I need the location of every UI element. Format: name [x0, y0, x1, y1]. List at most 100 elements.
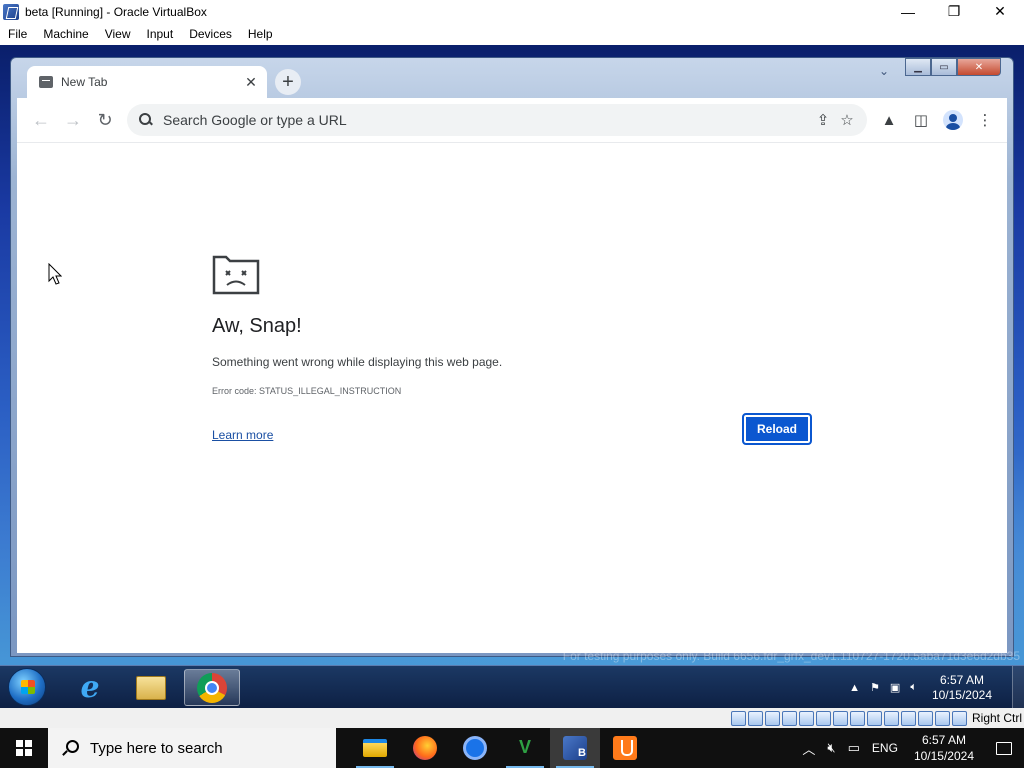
tray-show-hidden-icon[interactable]: ▲	[849, 682, 860, 694]
side-panel-icon[interactable]: ◫	[905, 104, 937, 136]
virtualbox-icon: B	[563, 736, 587, 760]
sad-tab-icon	[212, 255, 260, 295]
forward-button[interactable]: →	[57, 104, 89, 136]
host-taskbar: Type here to search V B ︿ 🔇︎ ▭ ENG 6:57 …	[0, 728, 1024, 768]
shared-folders-status-icon[interactable]	[815, 710, 831, 726]
hard-disk-status-icon[interactable]	[730, 710, 746, 726]
reload-nav-button[interactable]: ↻	[89, 104, 121, 136]
taskbar-flask-app[interactable]	[600, 728, 650, 768]
omnibox[interactable]: Search Google or type a URL ⇪ ☆	[127, 104, 867, 136]
guest-explorer-button[interactable]	[123, 669, 179, 706]
display-status-icon[interactable]	[832, 710, 848, 726]
vbox-status-bar: Right Ctrl	[0, 708, 1024, 728]
network-icon[interactable]: ▭	[848, 740, 860, 756]
notification-icon	[996, 741, 1012, 755]
chrome-toolbar: ← → ↻ Search Google or type a URL ⇪ ☆ ▲ …	[17, 98, 1007, 142]
menu-input[interactable]: Input	[139, 27, 182, 41]
mouse-cursor-icon	[48, 263, 62, 285]
sad-tab-message: Something went wrong while displaying th…	[212, 355, 503, 369]
firefox-icon	[413, 736, 437, 760]
chrome-minimize-button[interactable]: ▁	[905, 58, 931, 76]
learn-more-link[interactable]: Learn more	[212, 428, 273, 442]
notifications-button[interactable]	[984, 728, 1024, 768]
host-close-button[interactable]: ✕	[977, 0, 1023, 23]
optical-drive-status-icon[interactable]	[747, 710, 763, 726]
new-tab-button[interactable]: +	[275, 69, 301, 95]
guest-system-tray: ▲ ⚑ ▣ 🔈︎ 6:57 AM 10/15/2024	[844, 666, 1024, 708]
guest-clock[interactable]: 6:57 AM 10/15/2024	[932, 673, 992, 703]
menu-machine[interactable]: Machine	[35, 27, 96, 41]
show-hidden-icons-icon[interactable]: ︿	[802, 739, 815, 758]
host-key-status-icon[interactable]	[951, 710, 967, 726]
sad-tab-title: Aw, Snap!	[212, 315, 302, 337]
network-icon[interactable]: ▣	[890, 681, 900, 694]
host-window-title: beta [Running] - Oracle VirtualBox	[25, 4, 207, 19]
guest-additions-status-icon[interactable]	[917, 710, 933, 726]
tab-title: New Tab	[61, 75, 108, 89]
taskbar-firefox[interactable]	[400, 728, 450, 768]
volume-icon[interactable]: 🔈︎	[910, 681, 917, 694]
chrome-labs-icon[interactable]: ▲	[873, 104, 905, 136]
back-button[interactable]: ←	[25, 104, 57, 136]
language-indicator[interactable]: ENG	[872, 741, 898, 755]
host-key-label: Right Ctrl	[971, 711, 1022, 725]
avatar-icon	[943, 110, 963, 130]
start-orb-icon[interactable]	[8, 668, 46, 706]
host-restore-button[interactable]: ❐	[931, 0, 977, 23]
virtualbox-app-icon	[3, 3, 19, 20]
mouse-integration-status-icon[interactable]	[883, 710, 899, 726]
vt-x-status-icon[interactable]	[866, 710, 882, 726]
guest-date: 10/15/2024	[931, 687, 992, 702]
chrome-window-controls: ▁ ▭ ✕	[905, 58, 1001, 76]
taskbar-virtualbox[interactable]: B	[550, 728, 600, 768]
arrow-status-icon[interactable]	[934, 710, 950, 726]
windows-start-button[interactable]	[0, 728, 48, 768]
build-watermark: For testing purposes only. Build 6656.fd…	[562, 649, 1020, 663]
taskbar-search-box[interactable]: Type here to search	[48, 728, 336, 768]
chrome-close-button[interactable]: ✕	[957, 58, 1001, 76]
sad-tab-favicon-icon	[39, 76, 53, 88]
windows-logo-icon	[16, 740, 32, 756]
usb-status-icon[interactable]	[798, 710, 814, 726]
chrome-menu-icon[interactable]: ⋮	[969, 104, 1001, 136]
menu-view[interactable]: View	[97, 27, 139, 41]
host-system-tray: ︿ 🔇︎ ▭ ENG 6:57 AM 10/15/2024	[796, 728, 1024, 768]
volume-muted-icon[interactable]: 🔇︎	[827, 740, 835, 756]
bookmark-star-icon[interactable]: ☆	[835, 108, 859, 132]
tab-search-chevron-icon[interactable]: ⌄	[879, 64, 889, 78]
reload-button[interactable]: Reload	[742, 413, 812, 445]
toolbar-actions: ▲ ◫ ⋮	[873, 104, 1001, 136]
host-title-bar: beta [Running] - Oracle VirtualBox — ❐ ✕	[0, 0, 1024, 23]
host-clock[interactable]: 6:57 AM 10/15/2024	[914, 732, 974, 764]
share-icon[interactable]: ⇪	[811, 108, 835, 132]
sad-tab-page: Aw, Snap! Something went wrong while dis…	[17, 142, 1007, 653]
menu-help[interactable]: Help	[240, 27, 281, 41]
chrome-maximize-button[interactable]: ▭	[931, 58, 957, 76]
host-minimize-button[interactable]: —	[885, 0, 931, 23]
chrome-icon	[197, 672, 227, 703]
action-center-flag-icon[interactable]: ⚑	[870, 681, 880, 694]
taskbar-visual-studio[interactable]: V	[500, 728, 550, 768]
internet-explorer-icon: e	[80, 669, 100, 705]
taskbar-file-explorer[interactable]	[350, 728, 400, 768]
recording-status-icon[interactable]	[849, 710, 865, 726]
taskbar-search-placeholder: Type here to search	[90, 739, 223, 757]
taskbar-chromium[interactable]	[450, 728, 500, 768]
search-icon	[62, 740, 79, 756]
menu-devices[interactable]: Devices	[181, 27, 240, 41]
guest-chrome-button[interactable]	[184, 669, 240, 706]
audio-status-icon[interactable]	[764, 710, 780, 726]
menu-file[interactable]: File	[0, 27, 35, 41]
network-status-icon[interactable]	[781, 710, 797, 726]
flask-icon	[613, 736, 637, 760]
visual-studio-icon: V	[518, 737, 531, 757]
keyboard-status-icon[interactable]	[900, 710, 916, 726]
profile-button[interactable]	[937, 104, 969, 136]
show-desktop-button[interactable]	[1012, 666, 1024, 708]
tab-close-icon[interactable]: ✕	[243, 74, 259, 91]
guest-ie-button[interactable]: e	[62, 669, 118, 706]
host-time: 6:57 AM	[921, 733, 966, 747]
tab-new-tab[interactable]: New Tab ✕	[27, 66, 267, 98]
guest-taskbar: e ▲ ⚑ ▣ 🔈︎ 6:57 AM 10/15/2024	[0, 665, 1024, 708]
chromium-icon	[463, 736, 487, 760]
